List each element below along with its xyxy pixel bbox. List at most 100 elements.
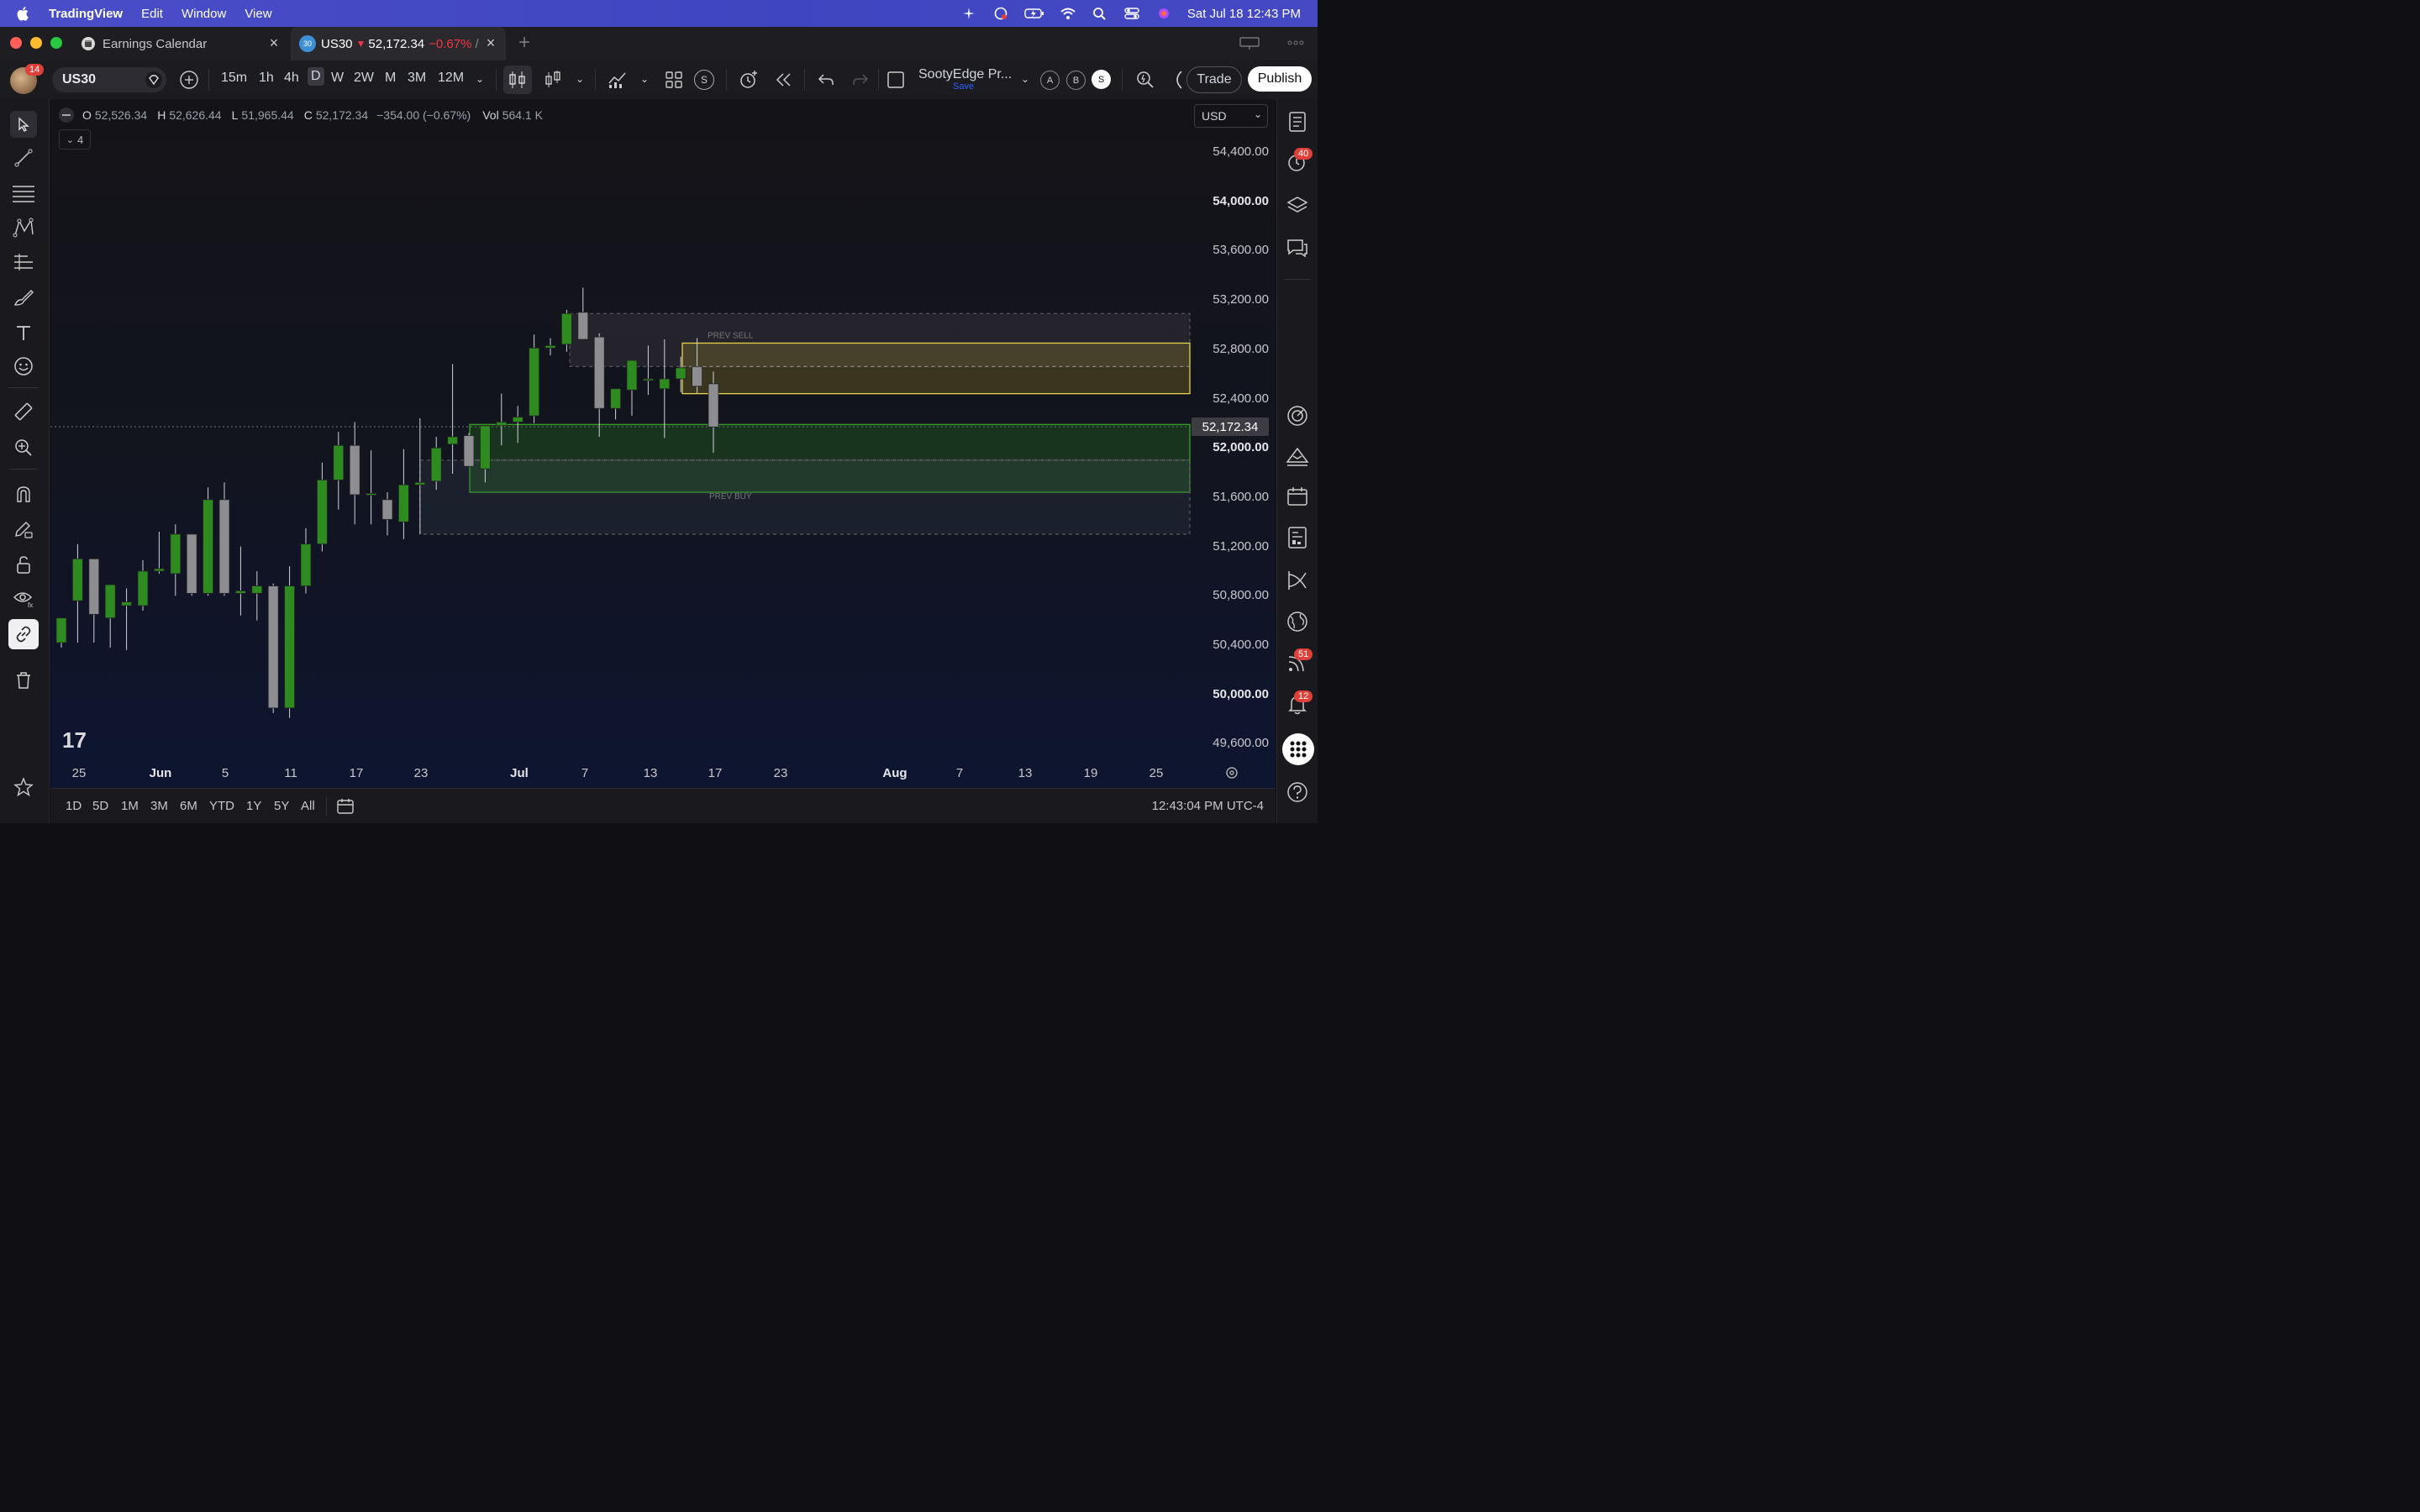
stay-in-drawing-mode-tool[interactable] (10, 517, 37, 543)
alpha-b-button[interactable]: B (1066, 71, 1086, 90)
screener-button[interactable] (1285, 444, 1310, 469)
menu-window[interactable]: Window (182, 7, 226, 21)
replay-rewind-icon[interactable] (774, 71, 794, 89)
range-1m[interactable]: 1M (121, 799, 139, 813)
symbol-search-input[interactable]: US30 (52, 67, 166, 92)
brush-tool[interactable] (10, 284, 37, 311)
price-chart-svg[interactable]: PREV SELL PREV BUY 17 (50, 99, 1276, 761)
interval-dropdown-chevron-icon[interactable]: ⌄ (476, 73, 484, 85)
range-5d[interactable]: 5D (92, 799, 108, 813)
axis-settings-gear-icon[interactable] (1224, 765, 1239, 780)
interval-m[interactable]: M (385, 71, 396, 86)
chart-type-dropdown-chevron-icon[interactable]: ⌄ (576, 73, 584, 85)
object-tree-button[interactable] (1285, 193, 1310, 218)
add-symbol-plus-icon[interactable] (179, 70, 199, 90)
range-1y[interactable]: 1Y (246, 799, 261, 813)
pin-window-icon[interactable] (1239, 35, 1260, 50)
publish-button[interactable]: Publish (1248, 66, 1312, 92)
chart-pane[interactable]: PREV SELL PREV BUY 17 (50, 99, 1276, 788)
economic-map-button[interactable] (1285, 609, 1310, 634)
range-3m[interactable]: 3M (150, 799, 168, 813)
menu-edit[interactable]: Edit (141, 7, 163, 21)
interval-2w[interactable]: 2W (354, 71, 374, 86)
help-button[interactable] (1285, 780, 1310, 805)
ideas-button[interactable] (1285, 403, 1310, 428)
menu-app-name[interactable]: TradingView (49, 7, 123, 21)
range-6m[interactable]: 6M (180, 799, 197, 813)
tab-us30[interactable]: 30 US30 ▼ 52,172.34 −0.67% / × (291, 27, 506, 60)
zoom-window-button[interactable] (50, 37, 62, 49)
interval-3m[interactable]: 3M (408, 71, 426, 86)
options-button[interactable] (1285, 568, 1310, 593)
diamond-icon[interactable] (145, 71, 163, 89)
hide-objects-tool[interactable]: fx (10, 585, 37, 612)
strategy-s-button[interactable]: S (694, 70, 714, 90)
forecasting-tool[interactable] (10, 249, 37, 276)
sparkle-status-icon[interactable] (960, 7, 977, 20)
chat-button[interactable] (1285, 235, 1310, 260)
alert-clock-icon[interactable] (738, 69, 760, 91)
redo-icon[interactable] (851, 71, 870, 89)
interval-w[interactable]: W (331, 71, 344, 86)
magnet-tool[interactable] (10, 481, 37, 508)
emoji-tool[interactable] (10, 353, 37, 380)
interval-1h[interactable]: 1h (259, 71, 274, 86)
sync-drawings-tool[interactable] (8, 619, 39, 649)
battery-icon[interactable] (1024, 7, 1044, 20)
layout-name[interactable]: SootyEdge Pr... (918, 67, 1012, 82)
menubar-clock[interactable]: Sat Jul 18 12:43 PM (1187, 7, 1301, 21)
interval-d-active[interactable]: D (308, 67, 324, 86)
date-range-calendar-icon[interactable] (336, 797, 355, 816)
more-options-icon[interactable] (1286, 35, 1306, 50)
indicators-collapse-button[interactable]: ⌄ 4 (59, 129, 91, 150)
cursor-tool[interactable] (10, 111, 37, 138)
apple-icon[interactable] (17, 6, 30, 21)
text-tool[interactable] (10, 319, 37, 346)
trend-line-tool[interactable] (10, 144, 37, 171)
siri-icon[interactable] (1155, 7, 1172, 20)
alpha-s-button[interactable]: S (1092, 70, 1111, 89)
screen-share-icon[interactable] (992, 7, 1009, 20)
chart-clock[interactable]: 12:43:04 PM UTC-4 (1152, 799, 1264, 813)
calendar-button[interactable] (1285, 484, 1310, 509)
pattern-tool[interactable] (10, 214, 37, 241)
ruler-tool[interactable] (10, 398, 37, 425)
date-axis[interactable]: 25 Jun 5 11 17 23 Jul 7 13 17 23 Aug 7 13 19 25 (50, 761, 1276, 786)
fullscreen-square-icon[interactable] (886, 71, 905, 89)
menu-view[interactable]: View (245, 7, 271, 21)
remove-drawings-tool[interactable] (10, 667, 37, 694)
favorites-tool[interactable] (10, 774, 37, 801)
wifi-icon[interactable] (1060, 7, 1076, 20)
fib-retracement-tool[interactable] (10, 180, 37, 207)
range-ytd[interactable]: YTD (209, 799, 234, 813)
interval-15m[interactable]: 15m (221, 71, 247, 86)
undo-icon[interactable] (817, 71, 835, 89)
layout-grid-icon[interactable] (665, 71, 683, 89)
trade-button[interactable]: Trade (1186, 66, 1242, 93)
data-window-button[interactable] (1285, 525, 1310, 550)
lock-drawings-tool[interactable] (10, 551, 37, 578)
range-5y[interactable]: 5Y (274, 799, 289, 813)
products-menu-button[interactable] (1282, 733, 1314, 765)
minimize-window-button[interactable] (30, 37, 42, 49)
quick-search-icon[interactable] (1135, 70, 1155, 90)
layout-dropdown-chevron-icon[interactable]: ⌄ (1021, 73, 1029, 85)
indicators-icon[interactable] (607, 70, 629, 90)
tab-earnings-calendar[interactable]: Earnings Calendar × (74, 27, 289, 60)
interval-4h[interactable]: 4h (284, 71, 299, 86)
range-all[interactable]: All (301, 799, 315, 813)
bars-chart-type-icon[interactable] (543, 70, 563, 90)
currency-select[interactable]: USD ⌄ (1194, 104, 1268, 128)
close-window-button[interactable] (10, 37, 22, 49)
watchlist-button[interactable] (1285, 109, 1310, 134)
new-tab-plus-icon[interactable]: + (514, 33, 534, 54)
alpha-a-button[interactable]: A (1040, 71, 1060, 90)
legend-toggle-icon[interactable] (59, 108, 74, 123)
close-tab-icon[interactable]: × (484, 35, 497, 50)
candles-chart-type-icon[interactable] (503, 66, 532, 94)
layout-save-link[interactable]: Save (953, 81, 974, 92)
interval-12m[interactable]: 12M (438, 71, 464, 86)
control-center-icon[interactable] (1123, 7, 1140, 20)
range-1d[interactable]: 1D (66, 799, 82, 813)
spotlight-search-icon[interactable] (1092, 7, 1108, 20)
